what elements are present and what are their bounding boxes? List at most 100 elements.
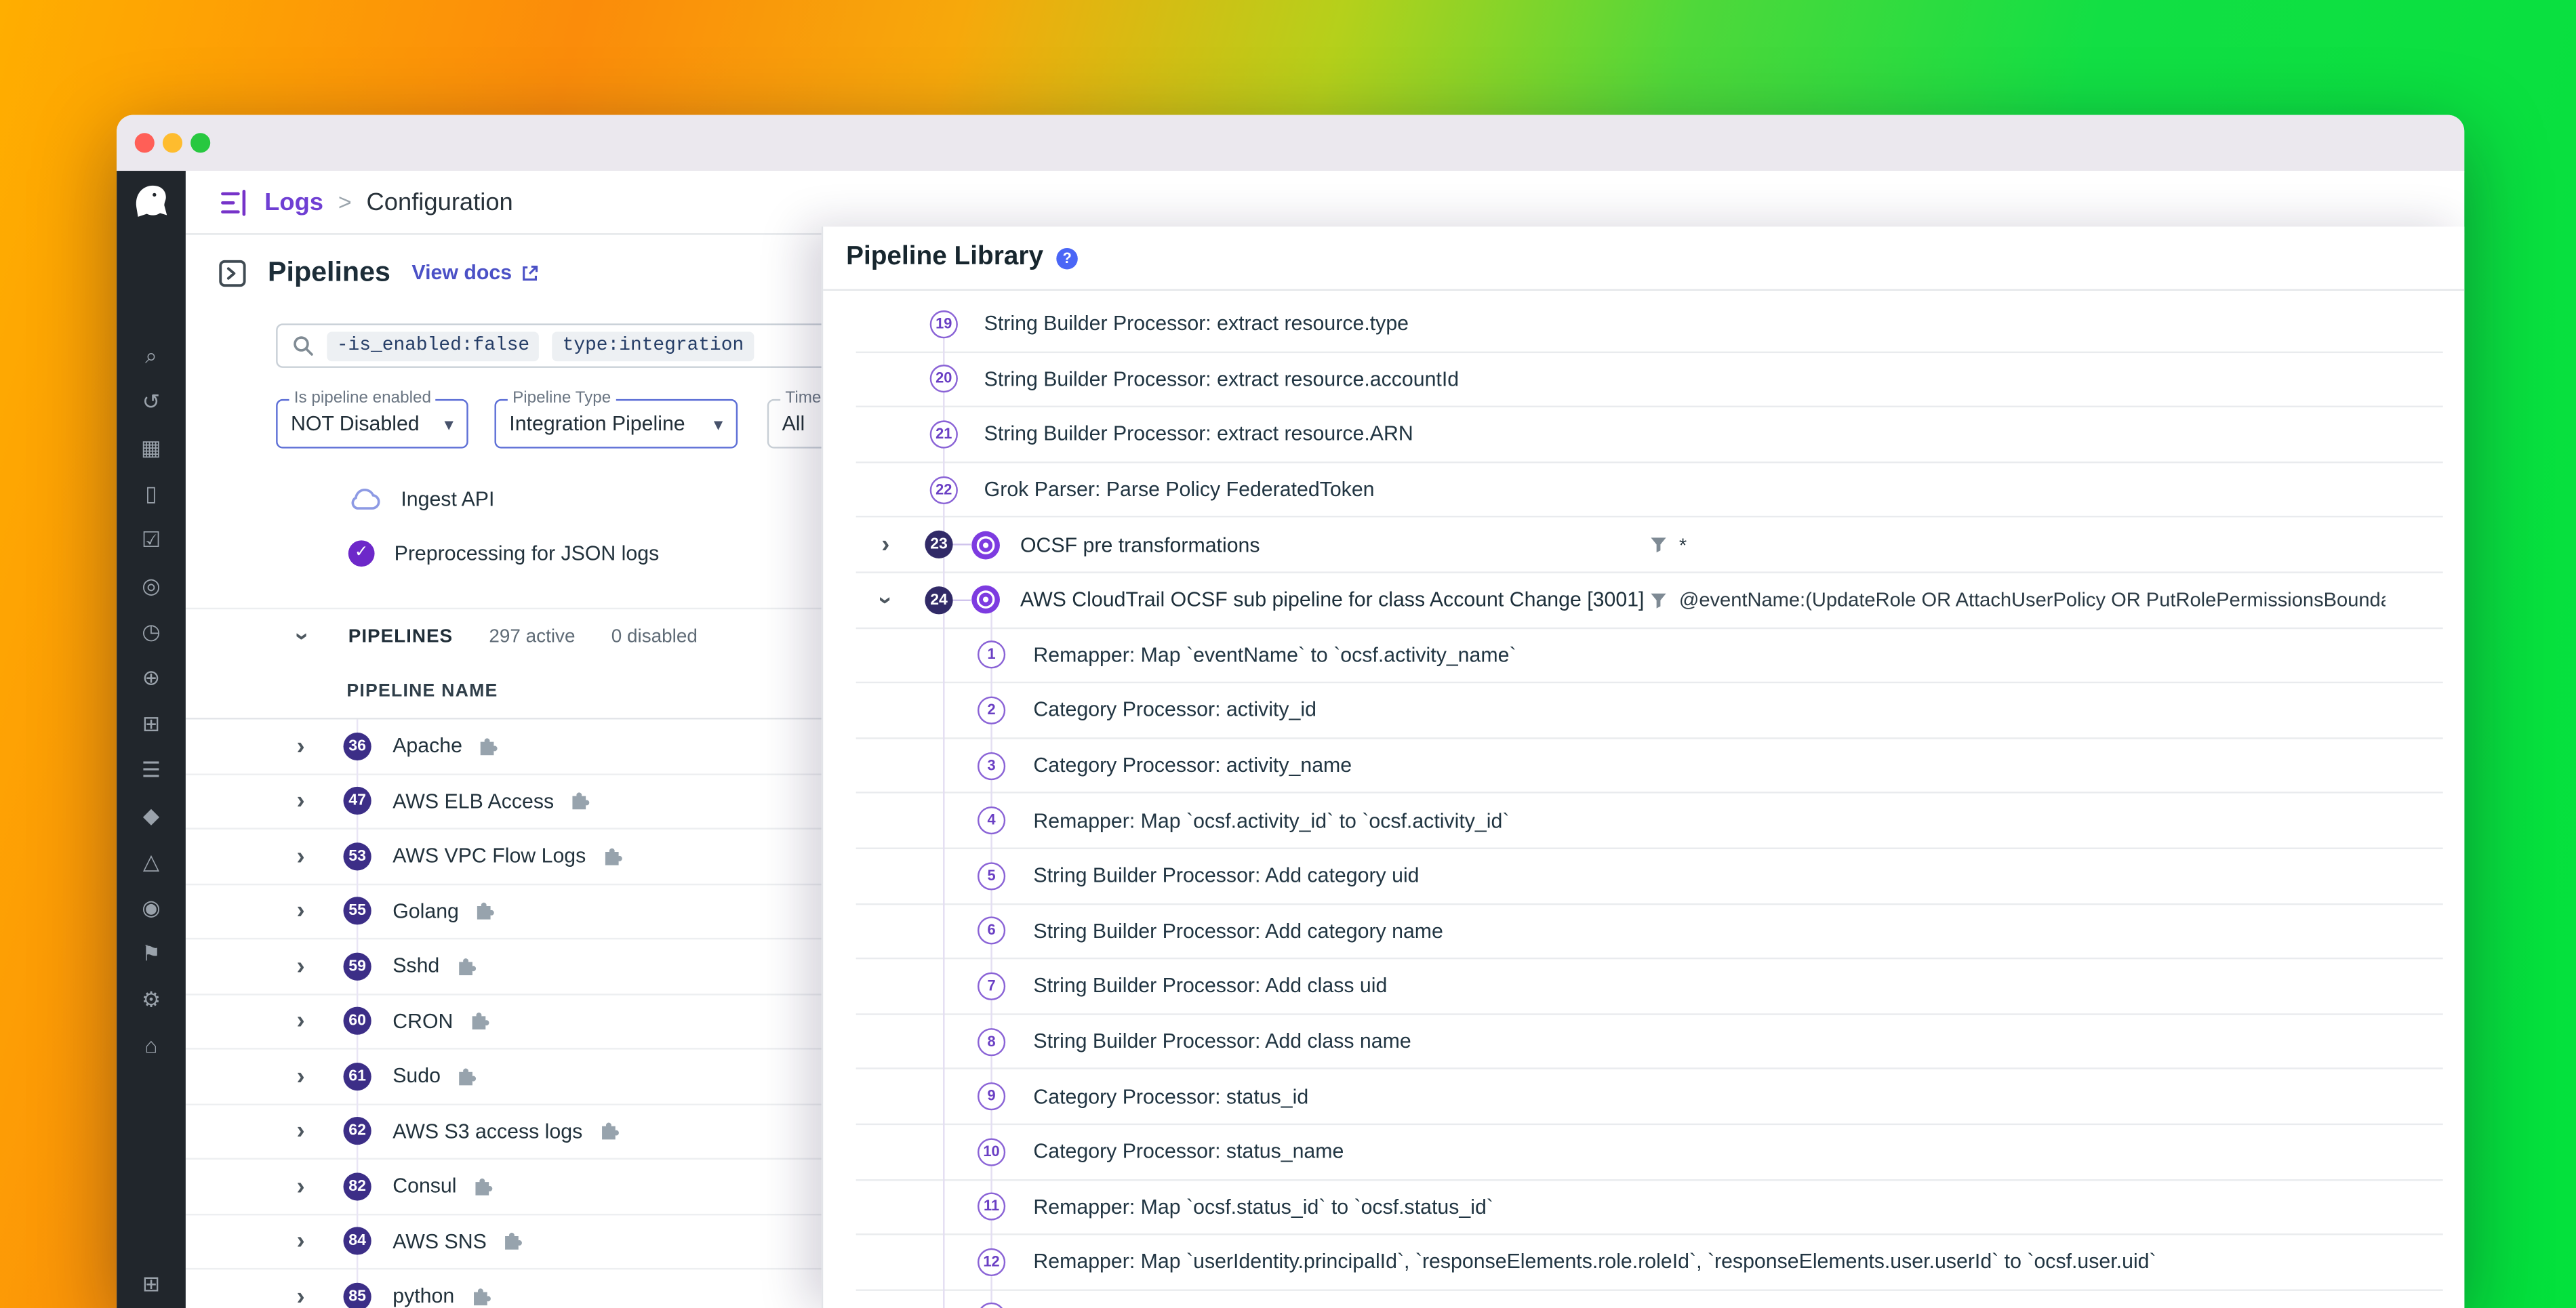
chevron-right-icon[interactable]: › [291, 1229, 310, 1253]
step-number-badge: 3 [978, 752, 1005, 779]
monitors-icon[interactable]: ☑ [117, 529, 186, 552]
processor-row[interactable]: 10 Category Processor: status_name [856, 1125, 2443, 1180]
processor-label: String Builder Processor: Add class name [1033, 1030, 1411, 1053]
pipeline-group-row[interactable]: › 24 AWS CloudTrail OCSF sub pipelin [856, 573, 2443, 628]
processor-row[interactable]: 9 Category Processor: status_id [856, 1069, 2443, 1124]
pipeline-number-badge: 23 [925, 531, 952, 558]
preprocessing-item[interactable]: ✓ Preprocessing for JSON logs [348, 531, 659, 577]
processor-row[interactable]: 22 Grok Parser: Parse Policy FederatedTo… [856, 463, 2443, 518]
integration-icon [502, 1231, 523, 1252]
synthetics-icon[interactable]: △ [117, 851, 186, 874]
page-title-row: Pipelines View docs [218, 256, 538, 289]
chevron-right-icon[interactable]: › [291, 1174, 310, 1198]
rum-icon[interactable]: ◉ [117, 897, 186, 920]
processor-row[interactable]: 4 Remapper: Map `ocsf.activity_id` to `o… [856, 794, 2443, 849]
ocsf-pipeline-icon [971, 530, 1001, 560]
minimize-button[interactable] [163, 133, 182, 152]
step-number-badge: 6 [978, 917, 1005, 945]
processor-row[interactable]: 6 String Builder Processor: Add category… [856, 904, 2443, 959]
processor-row[interactable]: 21 String Builder Processor: extract res… [856, 407, 2443, 462]
processor-row[interactable]: 1 Remapper: Map `eventName` to `ocsf.act… [856, 628, 2443, 683]
apm-icon[interactable]: ◷ [117, 621, 186, 644]
app-content: ⌕ ↺ ▦ ▯ ☑ ◎ ◷ ⊕ [117, 171, 2464, 1308]
processor-row[interactable]: 13 Remapper: Map `requestParameters.user… [856, 1290, 2443, 1308]
window-titlebar[interactable] [117, 115, 2464, 173]
settings-icon[interactable]: ⚙ [117, 989, 186, 1012]
zoom-button[interactable] [190, 133, 210, 152]
chevron-right-icon[interactable]: › [291, 844, 310, 868]
search-icon [292, 335, 314, 356]
home-icon[interactable]: ⌂ [117, 1035, 186, 1058]
history-icon[interactable]: ↺ [117, 391, 186, 414]
chevron-down-icon[interactable]: › [290, 627, 315, 647]
chevron-right-icon[interactable]: › [291, 954, 310, 978]
processor-row[interactable]: 12 Remapper: Map `userIdentity.principal… [856, 1235, 2443, 1290]
collapse-panel-icon[interactable] [218, 259, 246, 287]
pipeline-count-badge: 82 [344, 1172, 371, 1200]
pipeline-count-badge: 55 [344, 897, 371, 925]
search-icon[interactable]: ⌕ [117, 345, 186, 368]
chevron-right-icon[interactable]: › [291, 1119, 310, 1143]
chevron-right-icon[interactable]: › [291, 789, 310, 813]
pipeline-count-badge: 61 [344, 1062, 371, 1090]
chevron-right-icon[interactable]: › [291, 1009, 310, 1034]
breadcrumb-product[interactable]: Logs [264, 188, 323, 216]
search-token[interactable]: type:integration [552, 331, 754, 361]
chevron-right-icon[interactable]: › [291, 899, 310, 923]
integration-icon [597, 1120, 619, 1142]
processor-label: String Builder Processor: Add class uid [1033, 975, 1387, 998]
filter-label: Pipeline Type [508, 389, 616, 407]
chevron-down-icon: ▾ [444, 413, 453, 435]
pipeline-filter: @eventName:(UpdateRole OR AttachUserPoli… [1649, 573, 2386, 627]
integration-icon [454, 956, 476, 977]
pipeline-count-badge: 60 [344, 1007, 371, 1035]
puzzle-icon[interactable]: ⊞ [117, 1272, 186, 1295]
processor-row[interactable]: 2 Category Processor: activity_id [856, 684, 2443, 739]
processor-row[interactable]: 19 String Builder Processor: extract res… [856, 298, 2443, 352]
processor-label: Remapper: Map `requestParameters.userNam… [1033, 1306, 2355, 1308]
logs-nav-icon[interactable]: ☰ [117, 759, 186, 782]
integration-icon [471, 1176, 493, 1198]
step-number-badge: 9 [978, 1082, 1005, 1110]
chevron-right-icon[interactable]: › [291, 1064, 310, 1088]
help-icon[interactable]: ? [1056, 247, 1078, 269]
pipeline-name: python [393, 1285, 454, 1308]
processor-label: Category Processor: activity_name [1033, 754, 1352, 777]
processor-label: Grok Parser: Parse Policy FederatedToken [984, 478, 1375, 501]
view-docs-link[interactable]: View docs [411, 261, 538, 284]
close-button[interactable] [135, 133, 155, 152]
pipeline-filter: * [1649, 518, 1687, 571]
processor-row[interactable]: 7 String Builder Processor: Add class ui… [856, 960, 2443, 1015]
chevron-down-icon[interactable]: › [873, 590, 898, 610]
security-icon[interactable]: ◆ [117, 805, 186, 828]
datadog-logo[interactable] [129, 181, 172, 224]
filter-query: * [1679, 533, 1687, 556]
pipeline-name: AWS VPC Flow Logs [393, 844, 586, 867]
filter-pipeline-type[interactable]: Pipeline Type Integration Pipeline ▾ [494, 399, 738, 449]
pipeline-name: AWS ELB Access [393, 790, 554, 813]
filter-is-pipeline-enabled[interactable]: Is pipeline enabled NOT Disabled ▾ [276, 399, 468, 449]
connector-line [953, 598, 971, 601]
dashboards-icon[interactable]: ▦ [117, 437, 186, 460]
integration-icon [469, 1286, 491, 1307]
feature-flags-icon[interactable]: ⚑ [117, 943, 186, 966]
processor-row[interactable]: 5 String Builder Processor: Add category… [856, 849, 2443, 904]
chevron-right-icon[interactable]: › [291, 734, 310, 758]
integration-icon [474, 901, 496, 922]
notebooks-icon[interactable]: ▯ [117, 483, 186, 506]
quick-item-label: Ingest API [401, 488, 494, 511]
integrations-icon[interactable]: ⊞ [117, 713, 186, 736]
pipeline-search-input[interactable]: -is_enabled:false type:integration [276, 323, 900, 367]
service-map-icon[interactable]: ⊕ [117, 667, 186, 690]
processor-row[interactable]: 20 String Builder Processor: extract res… [856, 352, 2443, 407]
processor-row[interactable]: 11 Remapper: Map `ocsf.status_id` to `oc… [856, 1180, 2443, 1235]
step-number-badge: 1 [978, 641, 1005, 669]
chevron-right-icon[interactable]: › [876, 533, 895, 557]
search-token[interactable]: -is_enabled:false [327, 331, 539, 361]
pipeline-group-row[interactable]: › 23 OCSF pre transformations [856, 518, 2443, 573]
processor-row[interactable]: 3 Category Processor: activity_name [856, 739, 2443, 794]
watchdog-icon[interactable]: ◎ [117, 575, 186, 598]
chevron-right-icon[interactable]: › [291, 1284, 310, 1308]
ingest-api-item[interactable]: Ingest API [348, 476, 495, 523]
processor-row[interactable]: 8 String Builder Processor: Add class na… [856, 1015, 2443, 1069]
